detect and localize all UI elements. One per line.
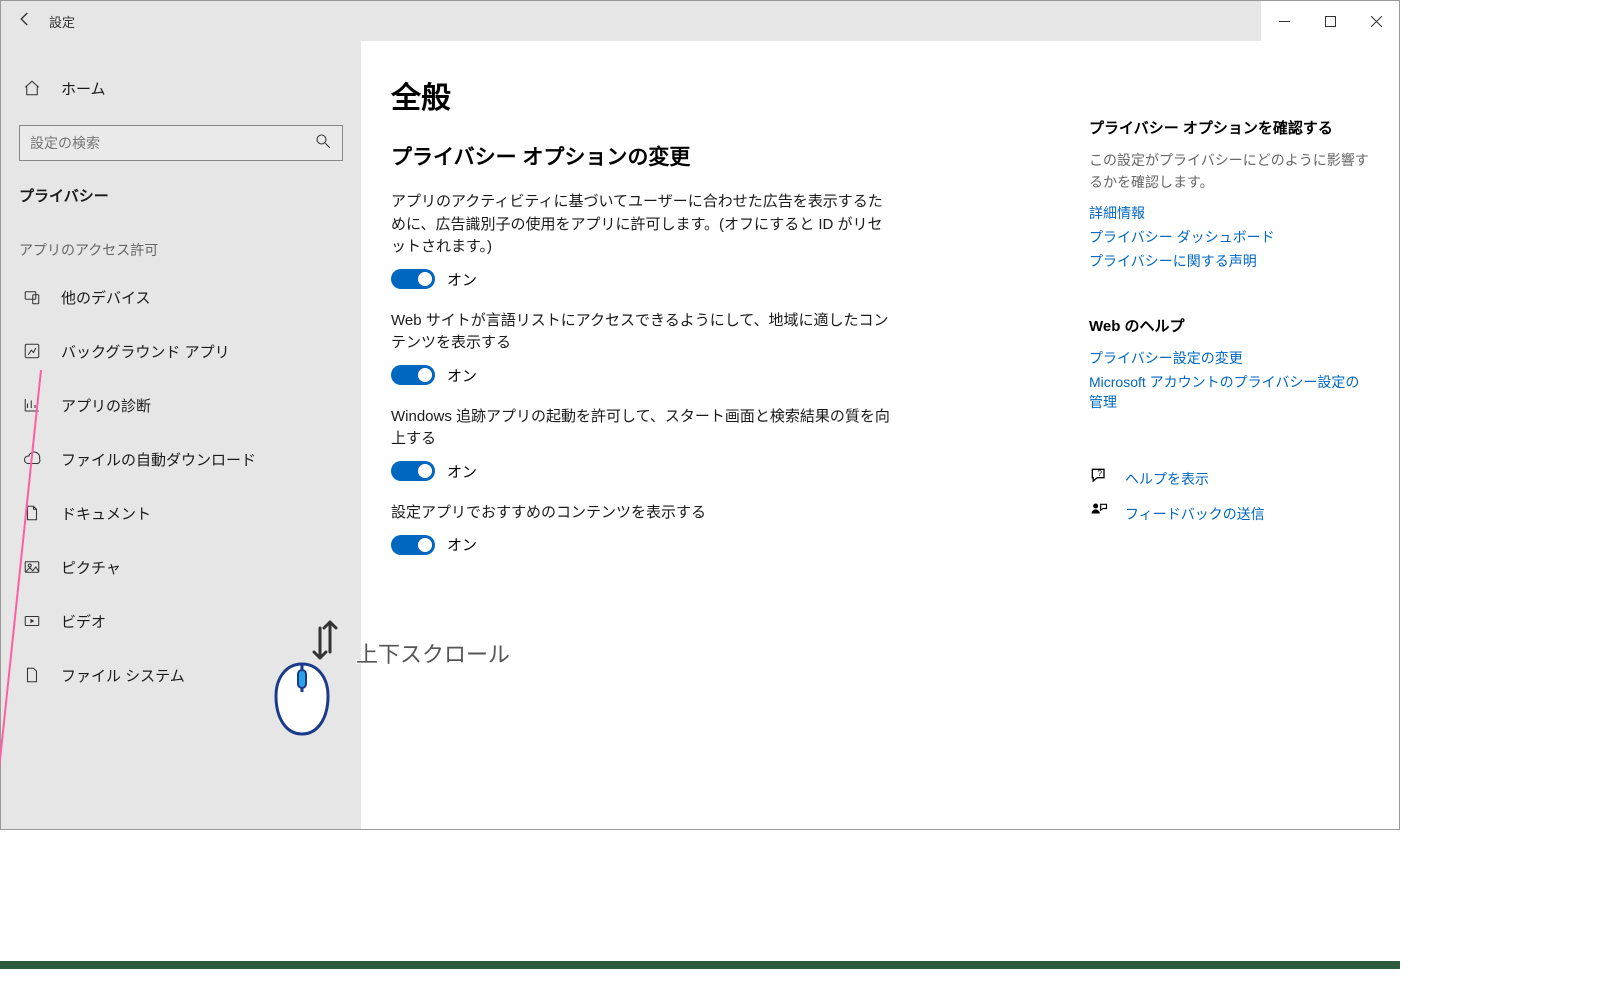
home-icon <box>21 77 43 99</box>
sidebar-item-label: 他のデバイス <box>61 287 151 308</box>
sidebar-item-other-devices[interactable]: 他のデバイス <box>1 270 361 324</box>
toggle-app-launch-tracking[interactable] <box>391 461 435 481</box>
search-input[interactable] <box>30 135 314 151</box>
feedback-row[interactable]: フィードバックの送信 <box>1089 501 1369 526</box>
diagnostics-icon <box>21 394 43 416</box>
toggle-language-list[interactable] <box>391 365 435 385</box>
link-manage-ms-privacy[interactable]: Microsoft アカウントのプライバシー設定の管理 <box>1089 372 1369 412</box>
home-button[interactable]: ホーム <box>1 61 361 115</box>
option-label: アプリのアクティビティに基づいてユーザーに合わせた広告を表示するために、広告識別… <box>391 191 891 259</box>
option-label: Web サイトが言語リストにアクセスできるようにして、地域に適したコンテンツを表… <box>391 310 891 355</box>
sidebar-item-pictures[interactable]: ピクチャ <box>1 540 361 594</box>
option-label: Windows 追跡アプリの起動を許可して、スタート画面と検索結果の質を向上する <box>391 406 891 451</box>
feedback-icon <box>1089 501 1109 526</box>
sidebar-item-label: ドキュメント <box>61 503 151 524</box>
sidebar-item-label: ファイルの自動ダウンロード <box>61 449 256 470</box>
get-help-row[interactable]: ? ヘルプを表示 <box>1089 466 1369 491</box>
link-privacy-dashboard[interactable]: プライバシー ダッシュボード <box>1089 227 1369 247</box>
search-box[interactable] <box>19 125 343 161</box>
sidebar-category: プライバシー <box>1 179 361 212</box>
titlebar: 設定 <box>1 1 1399 41</box>
toggle-advertising-id[interactable] <box>391 269 435 289</box>
help-heading-privacy: プライバシー オプションを確認する <box>1089 117 1369 138</box>
file-icon <box>21 664 43 686</box>
window-title: 設定 <box>49 12 75 31</box>
annotation-mouse-scroll: 上下スクロール <box>270 618 510 738</box>
maximize-button[interactable] <box>1307 1 1353 41</box>
help-description: この設定がプライバシーにどのように影響するかを確認します。 <box>1089 150 1369 193</box>
back-button[interactable] <box>1 10 49 33</box>
search-icon <box>314 132 332 154</box>
sidebar-item-app-diagnostics[interactable]: アプリの診断 <box>1 378 361 432</box>
content-area: 全般 プライバシー オプションの変更 アプリのアクティビティに基づいてユーザーに… <box>361 41 1399 829</box>
option-suggested-content: 設定アプリでおすすめのコンテンツを表示する オン <box>391 502 1021 556</box>
sidebar-item-label: バックグラウンド アプリ <box>61 341 230 362</box>
annotation-scroll-text: 上下スクロール <box>356 637 510 669</box>
toggle-state: オン <box>447 269 477 290</box>
home-label: ホーム <box>61 78 106 99</box>
svg-text:?: ? <box>1097 468 1102 478</box>
mouse-icon <box>270 618 350 738</box>
settings-window: 設定 ホーム <box>0 0 1400 830</box>
help-panel: プライバシー オプションを確認する この設定がプライバシーにどのように影響するか… <box>1089 41 1369 829</box>
devices-icon <box>21 286 43 308</box>
option-advertising-id: アプリのアクティビティに基づいてユーザーに合わせた広告を表示するために、広告識別… <box>391 191 1021 290</box>
picture-icon <box>21 556 43 578</box>
sidebar-item-label: ピクチャ <box>61 557 121 578</box>
option-app-launch-tracking: Windows 追跡アプリの起動を許可して、スタート画面と検索結果の質を向上する… <box>391 406 1021 482</box>
minimize-button[interactable] <box>1261 1 1307 41</box>
help-icon: ? <box>1089 466 1109 491</box>
page-title: 全般 <box>391 73 1021 117</box>
option-language-list: Web サイトが言語リストにアクセスできるようにして、地域に適したコンテンツを表… <box>391 310 1021 386</box>
link-feedback[interactable]: フィードバックの送信 <box>1125 504 1265 524</box>
taskbar <box>0 961 1400 969</box>
close-button[interactable] <box>1353 1 1399 41</box>
video-icon <box>21 610 43 632</box>
toggle-state: オン <box>447 365 477 386</box>
option-label: 設定アプリでおすすめのコンテンツを表示する <box>391 502 891 525</box>
sidebar-item-label: ビデオ <box>61 611 106 632</box>
link-change-privacy-settings[interactable]: プライバシー設定の変更 <box>1089 348 1369 368</box>
link-privacy-statement[interactable]: プライバシーに関する声明 <box>1089 251 1369 271</box>
sidebar-item-background-apps[interactable]: バックグラウンド アプリ <box>1 324 361 378</box>
link-get-help[interactable]: ヘルプを表示 <box>1125 469 1209 489</box>
help-heading-web: Web のヘルプ <box>1089 315 1369 336</box>
toggle-suggested-content[interactable] <box>391 535 435 555</box>
sidebar-item-documents[interactable]: ドキュメント <box>1 486 361 540</box>
sidebar-item-auto-download[interactable]: ファイルの自動ダウンロード <box>1 432 361 486</box>
toggle-state: オン <box>447 534 477 555</box>
sidebar-item-label: ファイル システム <box>61 665 185 686</box>
sidebar-subheader: アプリのアクセス許可 <box>1 212 361 270</box>
toggle-state: オン <box>447 461 477 482</box>
sidebar-item-label: アプリの診断 <box>61 395 151 416</box>
section-header: プライバシー オプションの変更 <box>391 141 1021 171</box>
link-learn-more[interactable]: 詳細情報 <box>1089 203 1369 223</box>
background-apps-icon <box>21 340 43 362</box>
window-controls <box>1261 1 1399 41</box>
